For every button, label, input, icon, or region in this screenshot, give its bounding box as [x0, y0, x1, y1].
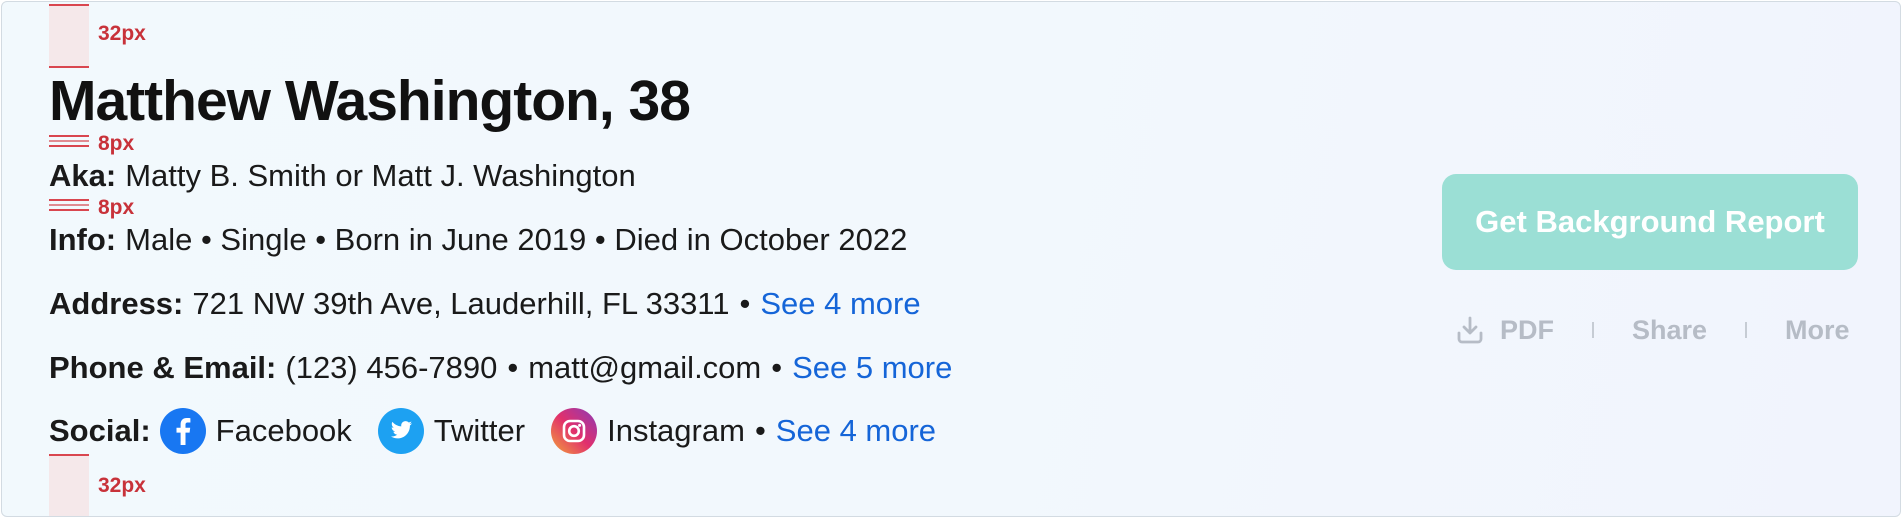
bullet-separator: • — [771, 350, 783, 385]
social-link-facebook[interactable]: Facebook — [159, 408, 352, 454]
share-label: Share — [1632, 314, 1708, 345]
spacer-gap2-indicator — [49, 199, 89, 211]
social-row: Social: Facebook Twitter Instagram • See… — [49, 408, 936, 454]
social-name: Facebook — [215, 413, 352, 448]
spacer-gap1-label: 8px — [98, 132, 135, 155]
aka-value: Matty B. Smith or Matt J. Washington — [125, 158, 636, 193]
action-divider — [1745, 322, 1748, 338]
social-link-twitter[interactable]: Twitter — [377, 408, 526, 454]
address-value: 721 NW 39th Ave, Lauderhill, FL 33311 — [192, 286, 730, 321]
contact-label: Phone & Email: — [49, 350, 277, 385]
info-row: Info: Male • Single • Born in June 2019 … — [49, 222, 907, 258]
person-card: 32px Matthew Washington, 38 8px Aka: Mat… — [1, 1, 1901, 517]
contact-row: Phone & Email: (123) 456-7890 • matt@gma… — [49, 350, 952, 386]
spacer-bottom-indicator — [49, 454, 89, 516]
social-name: Instagram — [607, 413, 745, 448]
phone-value: (123) 456-7890 — [285, 350, 498, 385]
more-label: More — [1785, 314, 1850, 345]
action-bar: PDF Share More — [1454, 308, 1850, 352]
spacer-top-indicator — [49, 4, 89, 68]
social-name: Twitter — [433, 413, 526, 448]
bullet-separator: • — [507, 350, 519, 385]
pdf-label: PDF — [1500, 314, 1554, 345]
spacer-gap1-indicator — [49, 135, 89, 147]
address-label: Address: — [49, 286, 184, 321]
address-row: Address: 721 NW 39th Ave, Lauderhill, FL… — [49, 286, 921, 322]
share-button[interactable]: Share — [1632, 315, 1707, 346]
person-name: Matthew Washington, 38 — [49, 69, 691, 133]
social-link-instagram[interactable]: Instagram — [551, 408, 745, 454]
twitter-icon — [377, 408, 424, 454]
aka-label: Aka: — [49, 158, 117, 193]
spacer-top-label: 32px — [98, 22, 146, 45]
facebook-icon — [159, 408, 206, 454]
info-value: Male • Single • Born in June 2019 • Died… — [125, 222, 908, 257]
spacer-gap2-label: 8px — [98, 196, 135, 219]
address-see-more-link[interactable]: See 4 more — [760, 286, 920, 322]
info-label: Info: — [49, 222, 117, 257]
contact-see-more-link[interactable]: See 5 more — [792, 350, 952, 386]
social-label: Social: — [49, 413, 151, 448]
action-divider — [1592, 322, 1594, 338]
pdf-button[interactable]: PDF — [1454, 314, 1554, 346]
bullet-separator: • — [739, 286, 751, 321]
download-icon — [1457, 316, 1483, 344]
spacer-bottom-label: 32px — [98, 474, 146, 497]
email-value: matt@gmail.com — [528, 350, 762, 385]
bullet-separator: • — [754, 413, 766, 448]
instagram-icon — [551, 408, 598, 454]
get-background-report-button[interactable]: Get Background Report — [1442, 174, 1858, 270]
aka-row: Aka: Matty B. Smith or Matt J. Washingto… — [49, 158, 636, 194]
social-see-more-link[interactable]: See 4 more — [776, 413, 936, 449]
more-button[interactable]: More — [1785, 315, 1850, 346]
